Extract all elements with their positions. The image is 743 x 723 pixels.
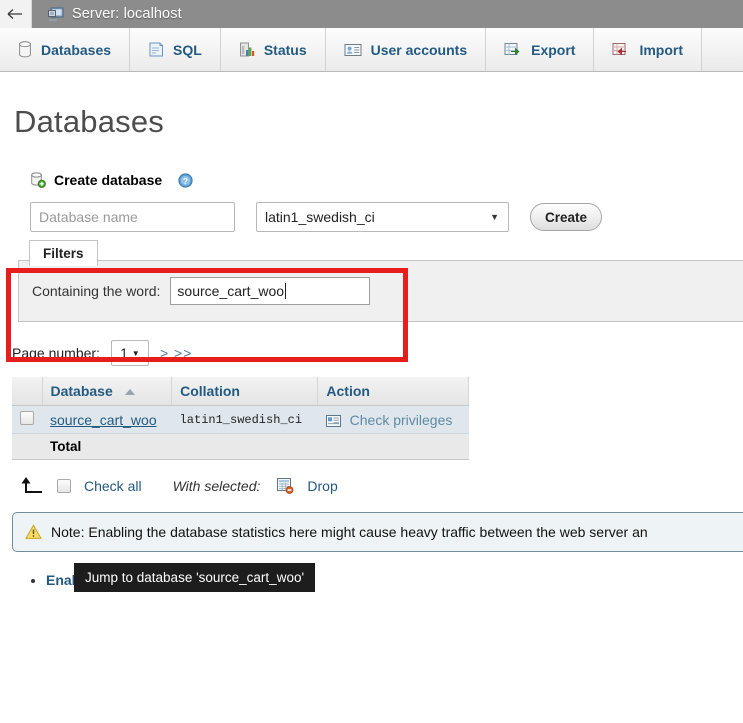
page-title: Databases [14,104,165,139]
table-row: source_cart_woo latin1_swedish_ci Check … [12,405,469,434]
server-monitor-icon [48,7,65,22]
warning-triangle-icon [25,524,42,540]
containing-word-value: source_cart_woo [177,283,285,299]
database-link-tooltip: Jump to database 'source_cart_woo' [74,563,316,592]
total-collation-cell [171,433,318,460]
column-header-database[interactable]: Database [42,377,173,406]
chevron-down-icon: ▼ [490,212,499,222]
tab-status-label: Status [263,41,307,58]
with-selected-label: With selected: [172,478,261,494]
column-header-collation[interactable]: Collation [171,377,319,406]
row-select-cell [12,405,42,434]
databases-table: Database Collation Action source_cart_wo… [12,377,469,460]
total-action-cell [317,433,469,460]
tab-sql[interactable]: SQL [130,28,221,71]
tab-user-accounts-label: User accounts [370,41,468,58]
column-header-action: Action [317,377,469,406]
total-label-cell: Total [42,433,172,460]
drop-link[interactable]: Drop [307,478,337,494]
row-action-cell: Check privileges [317,405,469,434]
create-database-heading: Create database ? [30,172,743,188]
sort-ascending-icon [124,389,135,396]
page-number-value: 1 [120,345,128,361]
tab-sql-label: SQL [173,41,202,58]
help-question-icon[interactable]: ? [178,172,193,188]
check-all-label[interactable]: Check all [84,478,142,494]
svg-text:?: ? [183,176,188,186]
text-cursor [285,283,287,299]
window-title: Server: localhost [72,6,182,22]
page-number-select[interactable]: 1 ▼ [110,340,149,366]
tab-user-accounts[interactable]: User accounts [325,28,487,71]
containing-word-label: Containing the word: [32,283,161,299]
database-link[interactable]: source_cart_woo [50,412,157,428]
filter-row: Containing the word: source_cart_woo [19,277,371,305]
database-name-input[interactable] [30,202,235,232]
submit-arrow-up-icon [18,476,44,496]
create-database-label: Create database [54,172,163,188]
containing-word-input[interactable]: source_cart_woo [170,277,371,305]
statistics-note-text: Note: Enabling the database statistics h… [51,524,648,540]
pagination-controls: Page number: 1 ▼ > >> [12,340,743,366]
total-spacer-cell [12,433,42,460]
window-titlebar: Server: localhost [0,0,743,28]
tab-status[interactable]: Status [220,28,326,71]
privileges-icon [325,414,341,427]
tab-export-label: Export [531,41,576,58]
back-arrow-icon [7,9,22,19]
back-button[interactable] [0,0,32,28]
window-title-wrap: Server: localhost [32,0,182,28]
drop-table-icon [277,478,294,494]
export-icon [504,42,522,57]
import-icon [612,42,630,57]
collation-selected-value: latin1_swedish_ci [265,209,375,225]
column-header-select [12,377,43,406]
filters-legend: Filters [29,240,98,266]
column-header-database-label: Database [50,383,113,399]
filters-fieldset: Filters Containing the word: source_cart… [18,240,743,322]
next-page-links[interactable]: > >> [160,345,192,361]
page-number-label: Page number: [12,345,100,361]
database-icon [18,41,32,58]
database-add-icon [30,172,46,188]
main-nav-tabs: Databases SQL Status User accounts Expor… [0,28,743,72]
row-database-cell: source_cart_woo [42,405,172,434]
tab-export[interactable]: Export [486,28,595,71]
create-database-form: latin1_swedish_ci ▼ Create [30,202,743,232]
tab-import[interactable]: Import [594,28,703,71]
tab-import-label: Import [639,41,684,58]
row-checkbox[interactable] [20,411,34,425]
check-privileges-link[interactable]: Check privileges [350,412,453,428]
table-footer-controls: Check all With selected: Drop [18,476,743,496]
collation-select[interactable]: latin1_swedish_ci ▼ [256,202,509,232]
tab-databases-label: Databases [41,41,112,58]
filters-zone: Filters Containing the word: source_cart… [0,240,743,362]
tab-databases[interactable]: Databases [0,28,131,71]
sql-scroll-icon [148,41,164,58]
check-all-checkbox[interactable] [57,479,71,493]
table-total-row: Total [12,433,469,460]
user-card-icon [344,43,362,57]
statistics-note: Note: Enabling the database statistics h… [12,512,743,552]
table-header-row: Database Collation Action [12,377,469,406]
chevron-down-icon: ▼ [131,348,140,358]
status-chart-icon [239,41,255,58]
row-collation-cell: latin1_swedish_ci [171,405,318,434]
create-button[interactable]: Create [530,203,603,231]
page-content: Databases Create database ? latin1_swedi… [0,72,743,592]
